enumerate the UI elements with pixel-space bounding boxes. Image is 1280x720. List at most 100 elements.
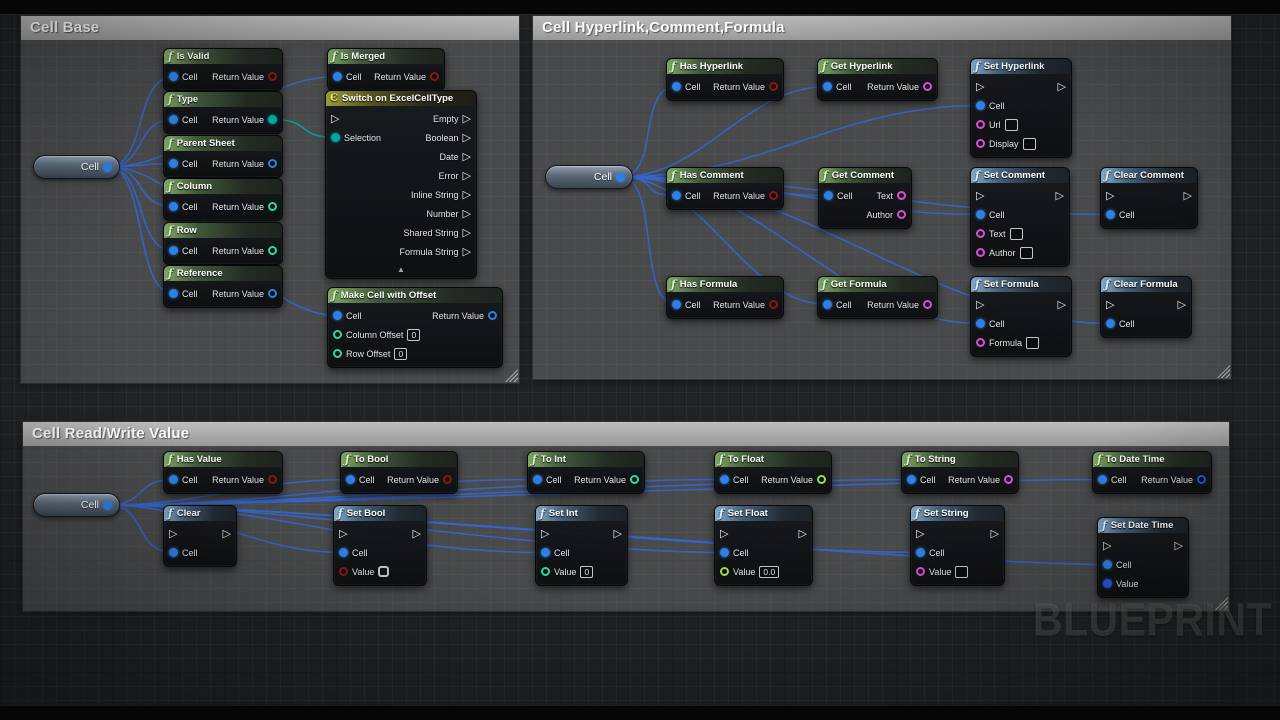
value-input[interactable] [955, 566, 968, 578]
node-get-comment[interactable]: ƒGet CommentCellTextAuthor [818, 167, 912, 229]
cell-pin[interactable] [346, 475, 355, 484]
exec-pin[interactable]: ▷ [720, 529, 728, 539]
text-pin[interactable] [897, 191, 906, 200]
value-pin[interactable] [916, 567, 925, 576]
author-pin[interactable] [976, 248, 985, 257]
variable-output-pin[interactable] [616, 173, 625, 182]
exec-pin[interactable]: ▷ [169, 529, 177, 539]
exec-pin[interactable]: ▷ [916, 529, 924, 539]
cell-pin[interactable] [672, 82, 681, 91]
node-set-int[interactable]: ƒSet Int▷▷CellValue0 [535, 505, 628, 586]
exec-pin[interactable]: ▷ [541, 529, 549, 539]
shared-string-pin[interactable]: ▷ [463, 228, 471, 238]
return-value-pin[interactable] [268, 289, 277, 298]
variable-output-pin[interactable] [103, 163, 112, 172]
exec-pin[interactable]: ▷ [991, 529, 999, 539]
exec-pin[interactable]: ▷ [976, 82, 984, 92]
node-to-float[interactable]: ƒTo FloatCellReturn Value [714, 451, 832, 494]
node-set-string[interactable]: ƒSet String▷▷CellValue [910, 505, 1005, 586]
comment-title[interactable]: Cell Read/Write Value [23, 422, 1229, 446]
cell-pin[interactable] [541, 548, 550, 557]
exec-pin[interactable]: ▷ [976, 191, 984, 201]
node-type[interactable]: ƒTypeCellReturn Value [163, 91, 283, 134]
return-value-pin[interactable] [1004, 475, 1013, 484]
blueprint-graph[interactable]: BLUEPRINT Cell BaseCell Hyperlink,Commen… [0, 0, 1280, 720]
node-row[interactable]: ƒRowCellReturn Value [163, 222, 283, 265]
value-input[interactable]: 0.0 [759, 566, 779, 578]
cell-pin[interactable] [333, 311, 342, 320]
node-has-comment[interactable]: ƒHas CommentCellReturn Value [666, 167, 784, 210]
empty-pin[interactable]: ▷ [463, 114, 471, 124]
cell-pin[interactable] [169, 548, 178, 557]
return-value-pin[interactable] [488, 311, 497, 320]
cell-pin[interactable] [169, 475, 178, 484]
cell-pin[interactable] [823, 82, 832, 91]
return-value-pin[interactable] [817, 475, 826, 484]
node-clear[interactable]: ƒClear▷▷Cell [163, 505, 237, 567]
node-set-formula[interactable]: ƒSet Formula▷▷CellFormula [970, 276, 1072, 357]
return-value-pin[interactable] [268, 202, 277, 211]
boolean-pin[interactable]: ▷ [463, 133, 471, 143]
node-has-formula[interactable]: ƒHas FormulaCellReturn Value [666, 276, 784, 319]
node-set-comment[interactable]: ƒSet Comment▷▷CellTextAuthor [970, 167, 1070, 267]
exec-pin[interactable]: ▷ [413, 529, 421, 539]
cell-pin[interactable] [1098, 475, 1107, 484]
node-to-date-time[interactable]: ƒTo Date TimeCellReturn Value [1092, 451, 1212, 494]
column-offset-pin[interactable] [333, 330, 342, 339]
row-offset-input[interactable]: 0 [394, 348, 407, 360]
cell-pin[interactable] [976, 319, 985, 328]
node-set-hyperlink[interactable]: ƒSet Hyperlink▷▷CellUrlDisplay [970, 58, 1072, 158]
return-value-pin[interactable] [769, 82, 778, 91]
value-input[interactable]: 0 [580, 566, 593, 578]
resize-handle-icon[interactable] [1217, 365, 1230, 378]
cell-pin[interactable] [824, 191, 833, 200]
value-checkbox[interactable] [378, 566, 389, 577]
cell-pin[interactable] [169, 246, 178, 255]
resize-handle-icon[interactable] [505, 369, 518, 382]
node-clear-comment[interactable]: ƒClear Comment▷▷Cell [1100, 167, 1198, 229]
formula-string-pin[interactable]: ▷ [463, 247, 471, 257]
variable-node-cell[interactable]: Cell [545, 165, 633, 189]
return-value-pin[interactable] [1197, 475, 1206, 484]
exec-pin[interactable]: ▷ [1058, 82, 1066, 92]
return-value-pin[interactable] [268, 72, 277, 81]
node-to-string[interactable]: ƒTo StringCellReturn Value [901, 451, 1019, 494]
cell-pin[interactable] [976, 210, 985, 219]
number-pin[interactable]: ▷ [463, 209, 471, 219]
exec-pin[interactable]: ▷ [339, 529, 347, 539]
node-make-cell-with-offset[interactable]: ƒMake Cell with OffsetCellReturn ValueCo… [327, 287, 503, 368]
error-pin[interactable]: ▷ [463, 171, 471, 181]
node-is-merged[interactable]: ƒIs MergedCellReturn Value [327, 48, 445, 91]
cell-pin[interactable] [907, 475, 916, 484]
return-value-pin[interactable] [268, 246, 277, 255]
value-pin[interactable] [1103, 579, 1112, 588]
return-value-pin[interactable] [769, 300, 778, 309]
cell-pin[interactable] [169, 202, 178, 211]
exec-pin[interactable]: ▷ [614, 529, 622, 539]
cell-pin[interactable] [533, 475, 542, 484]
url-input[interactable] [1005, 119, 1018, 131]
exec-pin[interactable]: ▷ [1178, 300, 1186, 310]
exec-pin[interactable]: ▷ [1184, 191, 1192, 201]
cell-pin[interactable] [1106, 210, 1115, 219]
cell-pin[interactable] [672, 191, 681, 200]
cell-pin[interactable] [720, 475, 729, 484]
exec-pin[interactable]: ▷ [1106, 191, 1114, 201]
return-value-pin[interactable] [430, 72, 439, 81]
column-offset-input[interactable]: 0 [407, 329, 420, 341]
row-offset-pin[interactable] [333, 349, 342, 358]
selection-pin[interactable] [331, 133, 340, 142]
cell-pin[interactable] [1106, 319, 1115, 328]
cell-pin[interactable] [672, 300, 681, 309]
variable-node-cell[interactable]: Cell [33, 155, 120, 179]
author-pin[interactable] [897, 210, 906, 219]
node-to-bool[interactable]: ƒTo BoolCellReturn Value [340, 451, 458, 494]
node-set-bool[interactable]: ƒSet Bool▷▷CellValue [333, 505, 427, 586]
cell-pin[interactable] [1103, 560, 1112, 569]
formula-pin[interactable] [976, 338, 985, 347]
node-parent-sheet[interactable]: ƒParent SheetCellReturn Value [163, 135, 283, 178]
text-pin[interactable] [976, 229, 985, 238]
node-switch-on-excelcelltype[interactable]: ЄSwitch on ExcelCellType▷Empty▷Selection… [325, 90, 477, 279]
exec-pin[interactable]: ▷ [1106, 300, 1114, 310]
node-set-date-time[interactable]: ƒSet Date Time▷▷CellValue [1097, 517, 1189, 598]
